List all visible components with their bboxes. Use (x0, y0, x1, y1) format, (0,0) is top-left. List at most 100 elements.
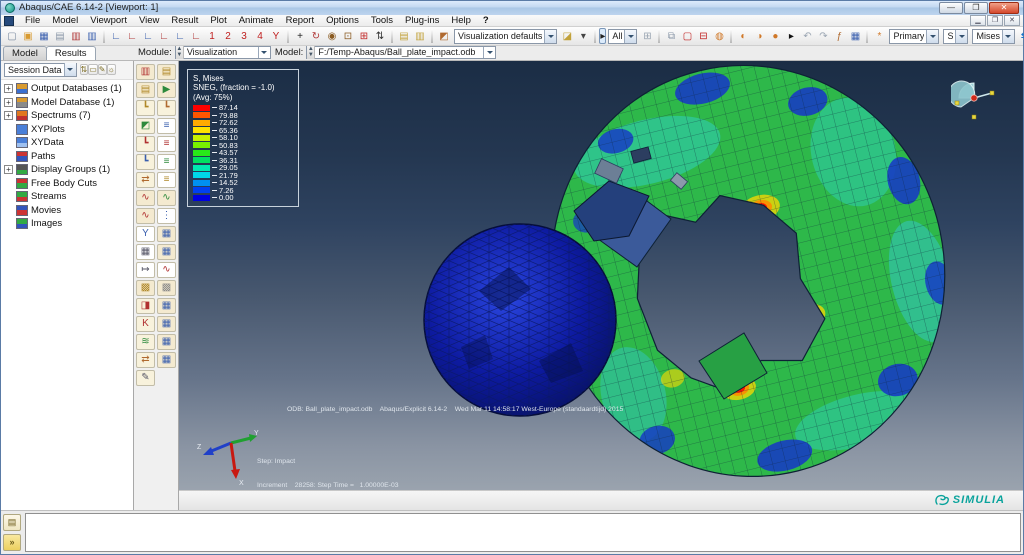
probe-arrow-icon[interactable]: ▸ (783, 28, 799, 44)
visualization-defaults-combo[interactable]: Visualization defaults (454, 29, 557, 44)
movie-icon[interactable]: ⇄ (136, 352, 155, 368)
field-output-icon[interactable]: * (871, 28, 887, 44)
message-output-box[interactable] (25, 513, 1021, 552)
animate-time-icon[interactable]: ▶ (157, 82, 176, 98)
tree-item[interactable]: Streams (1, 190, 133, 204)
group-b-icon[interactable]: ▩ (157, 280, 176, 296)
tree-item[interactable]: + Spectrums (7) (1, 109, 133, 123)
tree-item[interactable]: Paths (1, 149, 133, 163)
drag-zoom-icon[interactable]: ▢ (679, 28, 695, 44)
render-style-icon[interactable]: ◪ (559, 28, 575, 44)
link-viewports-icon[interactable]: ⊞ (639, 28, 655, 44)
collapse-all-icon[interactable]: ▭ (88, 64, 98, 75)
display-options-icon[interactable]: ▥ (412, 28, 428, 44)
plot-state-options-icon[interactable]: ≡ (157, 172, 176, 188)
title-bar[interactable]: Abaqus/CAE 6.14-2 [Viewport: 1] — ❐ ✕ (1, 1, 1023, 15)
save-icon[interactable]: ▦ (36, 28, 52, 44)
contours-deformed-icon[interactable]: ┗ (136, 136, 155, 152)
field-refinement-combo[interactable]: Mises (972, 29, 1015, 44)
annotate-icon[interactable]: ✎ (136, 370, 155, 386)
tab-model[interactable]: Model (3, 46, 47, 60)
dropdown-arrow-icon[interactable] (258, 47, 270, 58)
close-button[interactable]: ✕ (989, 2, 1019, 14)
mdi-child-icon[interactable] (4, 16, 14, 26)
plot-undeformed-icon[interactable]: ┗ (136, 100, 155, 116)
menu-item[interactable]: Report (280, 15, 321, 26)
symbol-options-icon[interactable]: ≡ (157, 136, 176, 152)
tab-results[interactable]: Results (46, 46, 96, 60)
expand-toggle-icon[interactable]: + (4, 84, 13, 93)
selection-filter-combo[interactable]: All (608, 29, 637, 44)
menu-item[interactable]: View (133, 15, 165, 26)
report-options-icon[interactable]: ▦ (157, 244, 176, 260)
material-orientation-icon[interactable]: ⇄ (136, 172, 155, 188)
display-group-icon[interactable]: ◨ (136, 298, 155, 314)
child-close-button[interactable]: ✕ (1004, 15, 1020, 26)
viewport-next-icon[interactable]: ∟ (188, 28, 204, 44)
menu-item[interactable]: Model (46, 15, 84, 26)
highlight-icon[interactable]: ● (767, 28, 783, 44)
animate-scale-icon[interactable]: ▤ (136, 82, 155, 98)
plot-symbols-icon[interactable]: ┗ (136, 154, 155, 170)
expand-toggle-icon[interactable]: + (4, 111, 13, 120)
xy-odb-history-icon[interactable]: ∿ (136, 190, 155, 206)
xy-options-icon[interactable]: ⋮ (157, 208, 176, 224)
tree-item[interactable]: + Display Groups (1) (1, 163, 133, 177)
view-compass[interactable] (951, 77, 997, 123)
select-arrow-icon[interactable]: ▸ (599, 28, 606, 44)
new-icon[interactable]: ▢ (4, 28, 20, 44)
pan-view-icon[interactable]: ⊟ (695, 28, 711, 44)
sync-field-icon[interactable]: ⇆ (1017, 28, 1024, 44)
copy-display-icon[interactable]: ⧉ (663, 28, 679, 44)
expand-toggle-icon[interactable] (4, 219, 13, 228)
dropdown-arrow-icon[interactable] (926, 30, 938, 43)
viewport-2-icon[interactable]: 2 (220, 28, 236, 44)
dropdown-arrow-icon[interactable] (1002, 30, 1014, 43)
front-face-icon[interactable]: ◐ (735, 28, 751, 44)
menu-item[interactable]: Viewport (84, 15, 133, 26)
viewport-3-icon[interactable]: 3 (236, 28, 252, 44)
fit-view-icon[interactable]: ⊞ (356, 28, 372, 44)
tree-item[interactable]: + Model Database (1) (1, 95, 133, 109)
separator[interactable] (730, 29, 732, 43)
create-field-icon[interactable]: ƒ (831, 28, 847, 44)
back-face-icon[interactable]: ◑ (751, 28, 767, 44)
viewport-tile-v-icon[interactable]: ∟ (140, 28, 156, 44)
csys-icon[interactable]: Y (268, 28, 284, 44)
frame-selector-icon[interactable]: ▦ (847, 28, 863, 44)
separator[interactable] (391, 29, 393, 43)
query-icon[interactable]: ▤ (396, 28, 412, 44)
dropdown-arrow-icon[interactable] (955, 30, 967, 43)
xy-odb-field-icon[interactable]: ∿ (157, 190, 176, 206)
menu-item[interactable]: File (19, 15, 46, 26)
tree-spin-icon[interactable]: ⇅ (80, 64, 89, 75)
tree-item[interactable]: XYPlots (1, 122, 133, 136)
expand-toggle-icon[interactable] (4, 152, 13, 161)
pan-icon[interactable]: + (292, 28, 308, 44)
menu-item[interactable]: Tools (365, 15, 399, 26)
separator[interactable] (658, 29, 660, 43)
magnify-icon[interactable]: ◉ (324, 28, 340, 44)
minimize-button[interactable]: — (939, 2, 963, 14)
child-minimize-button[interactable]: ▁ (970, 15, 986, 26)
viewport-tile-h-icon[interactable]: ∟ (124, 28, 140, 44)
dropdown-arrow-icon[interactable] (624, 30, 636, 43)
expand-toggle-icon[interactable]: + (4, 98, 13, 107)
message-log-button[interactable]: ▤ (3, 514, 21, 531)
viewport-1-icon[interactable]: 1 (204, 28, 220, 44)
tree-item[interactable]: Movies (1, 203, 133, 217)
separator[interactable] (866, 29, 868, 43)
fb-options-icon[interactable]: ▦ (157, 316, 176, 332)
viewport-prev-icon[interactable]: ∟ (172, 28, 188, 44)
separator[interactable] (103, 29, 105, 43)
plot-contours-icon[interactable]: ◩ (136, 118, 155, 134)
xy-operate-icon[interactable]: ∿ (136, 208, 155, 224)
attach-model-icon[interactable]: ▥ (84, 28, 100, 44)
mount-odb-icon[interactable]: ▥ (68, 28, 84, 44)
undo-icon[interactable]: ↶ (799, 28, 815, 44)
dropdown-arrow-icon[interactable] (483, 47, 495, 58)
tree-item[interactable]: XYData (1, 136, 133, 150)
viewport-canvas[interactable]: S, Mises SNEG, (fraction = -1.0) (Avg: 7… (179, 61, 1023, 490)
expand-toggle-icon[interactable] (4, 206, 13, 215)
plot-deformed-icon[interactable]: ┗ (157, 100, 176, 116)
